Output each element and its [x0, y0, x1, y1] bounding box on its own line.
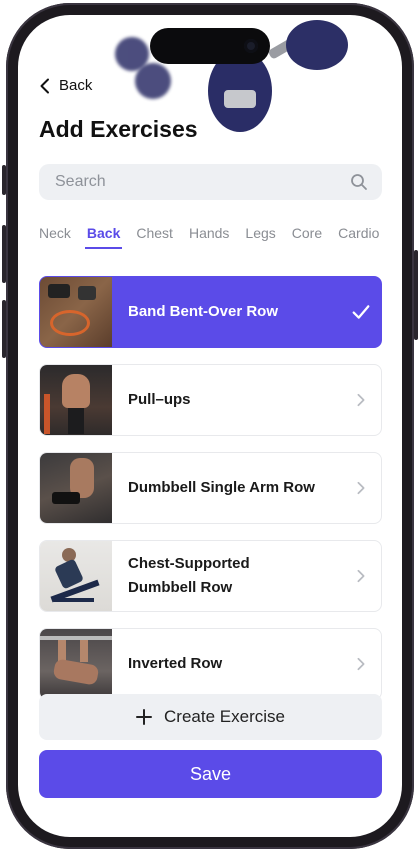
back-button[interactable]: Back [39, 77, 92, 94]
chevron-right-icon [341, 569, 381, 583]
search-bar[interactable] [39, 164, 382, 200]
checkmark-icon [341, 304, 381, 320]
exercise-item-pull-ups[interactable]: Pull–ups [39, 364, 382, 436]
dumbbell-decoration [286, 20, 348, 70]
exercise-thumbnail [40, 629, 112, 699]
tab-chest[interactable]: Chest [136, 225, 173, 249]
category-tabs: Neck Back Chest Hands Legs Core Cardio [39, 225, 395, 249]
plus-icon [136, 709, 153, 725]
dumbbell-decoration [135, 63, 171, 99]
chevron-right-icon [341, 393, 381, 407]
exercise-item-band-bent-over-row[interactable]: Band Bent-Over Row [39, 276, 382, 348]
chevron-right-icon [341, 481, 381, 495]
exercise-label: Chest-Supported Dumbbell Row [128, 555, 250, 596]
exercise-item-dumbbell-single-arm-row[interactable]: Dumbbell Single Arm Row [39, 452, 382, 524]
tab-hands[interactable]: Hands [189, 225, 229, 249]
exercise-thumbnail [40, 541, 112, 611]
exercise-list: Band Bent-Over Row Pull–ups Dumbbell Sin… [39, 276, 382, 716]
back-label: Back [59, 77, 93, 94]
search-input[interactable] [53, 172, 350, 192]
tab-neck[interactable]: Neck [39, 225, 71, 249]
phone-side-button [414, 250, 418, 340]
phone-side-button [2, 225, 6, 283]
exercise-item-inverted-row[interactable]: Inverted Row [39, 628, 382, 700]
dumbbell-decoration [224, 90, 256, 108]
create-exercise-button[interactable]: Create Exercise [39, 694, 382, 740]
tab-back[interactable]: Back [84, 225, 123, 249]
tab-core[interactable]: Core [292, 225, 322, 249]
exercise-label: Inverted Row [128, 655, 223, 672]
exercise-thumbnail [40, 453, 112, 523]
page-title: Add Exercises [39, 116, 198, 142]
chevron-right-icon [341, 657, 381, 671]
search-icon[interactable] [350, 173, 368, 191]
exercise-label: Pull–ups [128, 391, 191, 408]
exercise-item-chest-supported-dumbbell-row[interactable]: Chest-Supported Dumbbell Row [39, 540, 382, 612]
phone-side-button [2, 165, 6, 195]
screen: Back Add Exercises Neck Back Chest Hands… [18, 15, 402, 837]
dynamic-island [150, 28, 270, 64]
tab-legs[interactable]: Legs [245, 225, 275, 249]
save-button[interactable]: Save [39, 750, 382, 798]
chevron-left-icon [40, 78, 49, 93]
tab-cardio[interactable]: Cardio [338, 225, 379, 249]
exercise-thumbnail [40, 277, 112, 347]
camera-icon [244, 39, 258, 53]
exercise-label: Dumbbell Single Arm Row [128, 479, 315, 496]
create-exercise-label: Create Exercise [164, 707, 285, 726]
phone-side-button [2, 300, 6, 358]
exercise-label: Band Bent-Over Row [128, 303, 279, 320]
exercise-thumbnail [40, 365, 112, 435]
